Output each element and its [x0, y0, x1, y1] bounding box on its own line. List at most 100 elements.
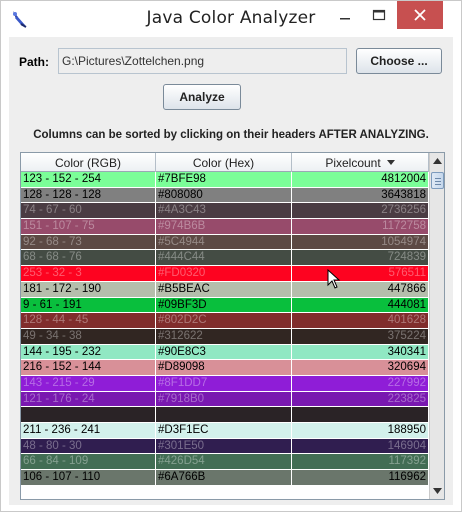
table-cell-rgb: 92 - 68 - 73 — [21, 234, 156, 250]
table-cell-hex: #974B6B — [156, 219, 292, 234]
table-cell-rgb: 216 - 152 - 144 — [21, 360, 156, 375]
table-row[interactable]: 92 - 68 - 73 #5C4944 1054974 — [21, 234, 429, 251]
table-cell-rgb: 49 - 34 - 38 — [21, 328, 156, 344]
table-cell-count: 375224 — [292, 328, 429, 344]
table-cell-rgb: 68 - 68 - 76 — [21, 250, 156, 266]
table-row[interactable]: 66 - 84 - 109 #426D54 117392 — [21, 454, 429, 471]
table-row[interactable]: 211 - 236 - 241 #D3F1EC 188950 — [21, 423, 429, 439]
chevron-down-icon — [433, 488, 442, 494]
minimize-button[interactable] — [328, 1, 362, 29]
table-row[interactable]: 144 - 195 - 232 #90E8C3 340341 — [21, 344, 429, 361]
table-row[interactable]: 49 - 34 - 38 #312622 375224 — [21, 328, 429, 345]
table-cell-rgb: 121 - 176 - 24 — [21, 391, 156, 407]
table-cell-rgb: 151 - 107 - 75 — [21, 219, 156, 234]
table-cell-count: 146904 — [292, 438, 429, 454]
main-panel: Path: G:\Pictures\Zottelchen.png Choose … — [9, 37, 453, 505]
table-cell-rgb: 253 - 32 - 3 — [21, 266, 156, 281]
table-row[interactable]: 48 - 80 - 30 #301E50 146904 — [21, 438, 429, 455]
close-button[interactable] — [397, 1, 443, 29]
table-body: 123 - 152 - 254 #7BFE98 4812004 128 - 128 -… — [21, 172, 429, 499]
table-cell-count: 576511 — [292, 266, 429, 281]
path-field[interactable]: G:\Pictures\Zottelchen.png — [58, 48, 347, 74]
table-cell-rgb: 128 - 128 - 128 — [21, 187, 156, 203]
table-cell-rgb: 181 - 172 - 190 — [21, 281, 156, 297]
table-cell-hex: #8F1DD7 — [156, 375, 292, 391]
grip-line — [435, 184, 441, 185]
table-cell-count: 4812004 — [292, 172, 429, 187]
chevron-up-icon — [433, 158, 442, 164]
table-cell-hex: #4A3C43 — [156, 203, 292, 219]
table-cell-rgb: 48 - 80 - 30 — [21, 438, 156, 454]
app-window: Java Color Analyzer Path: G:\Pictures\Zo… — [0, 0, 462, 512]
table-cell-hex: #90E8C3 — [156, 344, 292, 360]
table-cell-count: 724839 — [292, 250, 429, 266]
table-cell-hex: #808080 — [156, 187, 292, 203]
table-row[interactable]: 216 - 152 - 144 #D89098 320694 — [21, 360, 429, 376]
choose-button[interactable]: Choose ... — [356, 48, 442, 74]
table-cell-count: 447866 — [292, 281, 429, 297]
table-cell-hex: #09BF3D — [156, 297, 292, 313]
table-cell-rgb: 66 - 84 - 109 — [21, 454, 156, 470]
table-cell-hex: #D89098 — [156, 360, 292, 375]
scroll-up-button[interactable] — [430, 153, 444, 169]
table-cell-hex: #6A766B — [156, 470, 292, 485]
column-header-label: Color (RGB) — [54, 155, 121, 170]
table-row[interactable]: 151 - 107 - 75 #974B6B 1172758 — [21, 219, 429, 235]
scrollbar-thumb[interactable] — [431, 172, 444, 189]
grip-line — [435, 178, 441, 179]
table-cell-rgb: 123 - 152 - 254 — [21, 172, 156, 187]
column-header-rgb[interactable]: Color (RGB) — [21, 153, 156, 172]
color-table: Color (RGB) Color (Hex) Pixelcount 123 -… — [20, 152, 445, 500]
title-bar[interactable]: Java Color Analyzer — [1, 1, 461, 37]
table-cell-rgb: 74 - 67 - 60 — [21, 203, 156, 219]
table-cell-count: 116962 — [292, 470, 429, 485]
table-row[interactable]: 121 - 176 - 24 #7918B0 223825 — [21, 391, 429, 408]
table-row[interactable]: 123 - 152 - 254 #7BFE98 4812004 — [21, 172, 429, 188]
table-cell-hex: #D3F1EC — [156, 423, 292, 438]
table-cell-count: 340341 — [292, 344, 429, 360]
table-cell-hex: #312622 — [156, 328, 292, 344]
table-row[interactable]: 74 - 67 - 60 #4A3C43 2736256 — [21, 203, 429, 220]
analyze-button[interactable]: Analyze — [163, 84, 241, 110]
vertical-scrollbar[interactable] — [429, 153, 444, 499]
mouse-cursor-icon — [327, 269, 341, 289]
table-row[interactable]: 253 - 32 - 3 #FD0320 576511 — [21, 266, 429, 282]
table-cell-hex: #7BFE98 — [156, 172, 292, 187]
column-header-hex[interactable]: Color (Hex) — [156, 153, 292, 172]
table-cell-hex: #B5BEAC — [156, 281, 292, 297]
table-row[interactable]: 128 - 128 - 128 #808080 3643818 — [21, 187, 429, 204]
table-cell-count: 444081 — [292, 297, 429, 313]
table-cell-count: 1054974 — [292, 234, 429, 250]
table-row[interactable] — [21, 407, 429, 423]
table-cell-hex: #301E50 — [156, 438, 292, 454]
table-row[interactable]: 9 - 61 - 191 #09BF3D 444081 — [21, 297, 429, 314]
table-cell-hex: #426D54 — [156, 454, 292, 470]
table-cell-count: 1172758 — [292, 219, 429, 234]
close-icon — [414, 9, 426, 21]
table-cell-rgb: 144 - 195 - 232 — [21, 344, 156, 360]
table-header: Color (RGB) Color (Hex) Pixelcount — [21, 153, 429, 172]
column-header-label: Pixelcount — [325, 155, 381, 170]
table-cell-rgb: 211 - 236 - 241 — [21, 423, 156, 438]
table-row[interactable]: 128 - 44 - 45 #802D2C 401628 — [21, 313, 429, 329]
table-cell-count: 320694 — [292, 360, 429, 375]
table-cell-hex: #FD0320 — [156, 266, 292, 281]
table-cell-hex: #444C44 — [156, 250, 292, 266]
table-cell-rgb: 106 - 107 - 110 — [21, 470, 156, 485]
table-cell-count: 2736256 — [292, 203, 429, 219]
scroll-down-button[interactable] — [430, 483, 444, 499]
table-row[interactable]: 106 - 107 - 110 #6A766B 116962 — [21, 470, 429, 486]
table-cell-count: 3643818 — [292, 187, 429, 203]
column-header-pixelcount[interactable]: Pixelcount — [292, 153, 429, 172]
table-row[interactable]: 143 - 215 - 29 #8F1DD7 227992 — [21, 375, 429, 392]
path-label: Path: — [19, 55, 49, 69]
table-cell-count: 223825 — [292, 391, 429, 407]
table-cell-rgb: 9 - 61 - 191 — [21, 297, 156, 313]
maximize-button[interactable] — [362, 1, 396, 29]
table-cell-count: 117392 — [292, 454, 429, 470]
table-row[interactable]: 68 - 68 - 76 #444C44 724839 — [21, 250, 429, 267]
table-cell-count: 227992 — [292, 375, 429, 391]
column-header-label: Color (Hex) — [192, 155, 255, 170]
table-cell-count: 401628 — [292, 313, 429, 328]
table-row[interactable]: 181 - 172 - 190 #B5BEAC 447866 — [21, 281, 429, 298]
